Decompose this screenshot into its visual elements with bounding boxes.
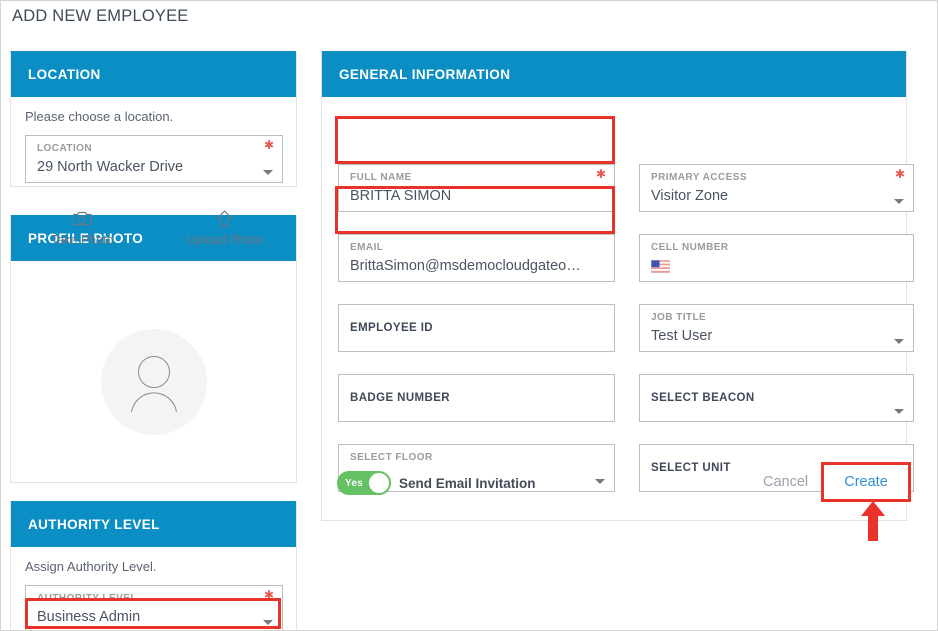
send-email-invitation-toggle[interactable]: Yes: [337, 471, 391, 495]
required-star-icon: ✱: [595, 167, 606, 181]
select-beacon-label: SELECT BEACON: [651, 392, 755, 404]
general-card-header: GENERAL INFORMATION: [322, 51, 906, 97]
authority-level-select[interactable]: AUTHORITY LEVEL ✱ Business Admin: [25, 585, 283, 630]
authority-field-label: AUTHORITY LEVEL: [37, 593, 137, 604]
upload-arrow-icon: [154, 210, 297, 228]
toggle-state-label: Yes: [345, 477, 364, 489]
chevron-down-icon: [894, 339, 904, 344]
chevron-down-icon: [894, 199, 904, 204]
location-card-header: LOCATION: [11, 51, 296, 97]
full-name-value: BRITTA SIMON: [350, 188, 452, 204]
full-name-label: FULL NAME: [350, 172, 412, 183]
upload-photo-button[interactable]: Upload Photo: [154, 210, 297, 247]
job-title-value: Test User: [651, 328, 713, 344]
add-employee-page: ADD NEW EMPLOYEE LOCATION Please choose …: [0, 0, 938, 631]
badge-number-label: BADGE NUMBER: [350, 392, 450, 404]
take-photo-label: Take Photo: [50, 233, 114, 247]
person-placeholder-icon: [130, 356, 177, 413]
badge-number-input[interactable]: BADGE NUMBER: [338, 374, 615, 422]
required-star-icon: ✱: [263, 138, 274, 152]
authority-card-body: Assign Authority Level. AUTHORITY LEVEL …: [11, 547, 296, 630]
authority-level-card: AUTHORITY LEVEL Assign Authority Level. …: [10, 501, 297, 630]
required-star-icon: ✱: [263, 588, 274, 602]
upload-photo-label: Upload Photo: [186, 233, 263, 247]
authority-field-value: Business Admin: [37, 609, 141, 625]
location-field-value: 29 North Wacker Drive: [37, 159, 184, 175]
authority-card-header: AUTHORITY LEVEL: [11, 501, 296, 547]
full-name-input[interactable]: FULL NAME ✱ BRITTA SIMON: [338, 164, 615, 212]
employee-id-label: EMPLOYEE ID: [350, 322, 433, 334]
up-arrow-annotation-icon: [858, 501, 888, 541]
camera-icon: [11, 210, 154, 228]
email-input[interactable]: EMAIL BrittaSimon@msdemocloudgateo…: [338, 234, 615, 282]
avatar: [100, 329, 207, 435]
chevron-down-icon: [595, 479, 605, 484]
create-button[interactable]: Create: [823, 464, 909, 500]
send-email-invitation-label: Send Email Invitation: [399, 476, 536, 491]
chevron-down-icon: [263, 170, 273, 175]
job-title-label: JOB TITLE: [651, 312, 707, 323]
cancel-button[interactable]: Cancel: [763, 474, 808, 490]
location-hint: Please choose a location.: [25, 109, 174, 124]
primary-access-value: Visitor Zone: [651, 188, 729, 204]
location-card-body: Please choose a location. LOCATION ✱ 29 …: [11, 97, 296, 183]
general-information-card: GENERAL INFORMATION FULL NAME ✱ BRITTA S…: [321, 51, 914, 521]
email-label: EMAIL: [350, 242, 384, 253]
primary-access-select[interactable]: PRIMARY ACCESS ✱ Visitor Zone: [639, 164, 914, 212]
page-title: ADD NEW EMPLOYEE: [12, 7, 189, 25]
location-card: LOCATION Please choose a location. LOCAT…: [10, 51, 297, 187]
employee-id-input[interactable]: EMPLOYEE ID: [338, 304, 615, 352]
cell-number-input[interactable]: CELL NUMBER: [639, 234, 914, 282]
cell-number-label: CELL NUMBER: [651, 242, 729, 253]
take-photo-button[interactable]: Take Photo: [11, 210, 154, 247]
toggle-knob: [369, 473, 389, 493]
us-flag-icon: [650, 259, 671, 278]
authority-hint: Assign Authority Level.: [25, 559, 157, 574]
photo-actions: Take Photo Upload Photo: [11, 210, 296, 247]
select-beacon-select[interactable]: SELECT BEACON: [639, 374, 914, 422]
chevron-down-icon: [894, 409, 904, 414]
avatar-wrapper: [11, 307, 296, 457]
location-field-label: LOCATION: [37, 143, 93, 154]
required-star-icon: ✱: [894, 167, 905, 181]
profile-photo-card: PROFILE PHOTO Take Photo Upload Photo: [10, 210, 297, 483]
job-title-select[interactable]: JOB TITLE Test User: [639, 304, 914, 352]
location-select[interactable]: LOCATION ✱ 29 North Wacker Drive: [25, 135, 283, 183]
primary-access-label: PRIMARY ACCESS: [651, 172, 747, 183]
chevron-down-icon: [263, 620, 273, 625]
select-floor-label: SELECT FLOOR: [350, 452, 433, 463]
email-value: BrittaSimon@msdemocloudgateo…: [350, 258, 581, 274]
select-unit-label: SELECT UNIT: [651, 462, 731, 474]
